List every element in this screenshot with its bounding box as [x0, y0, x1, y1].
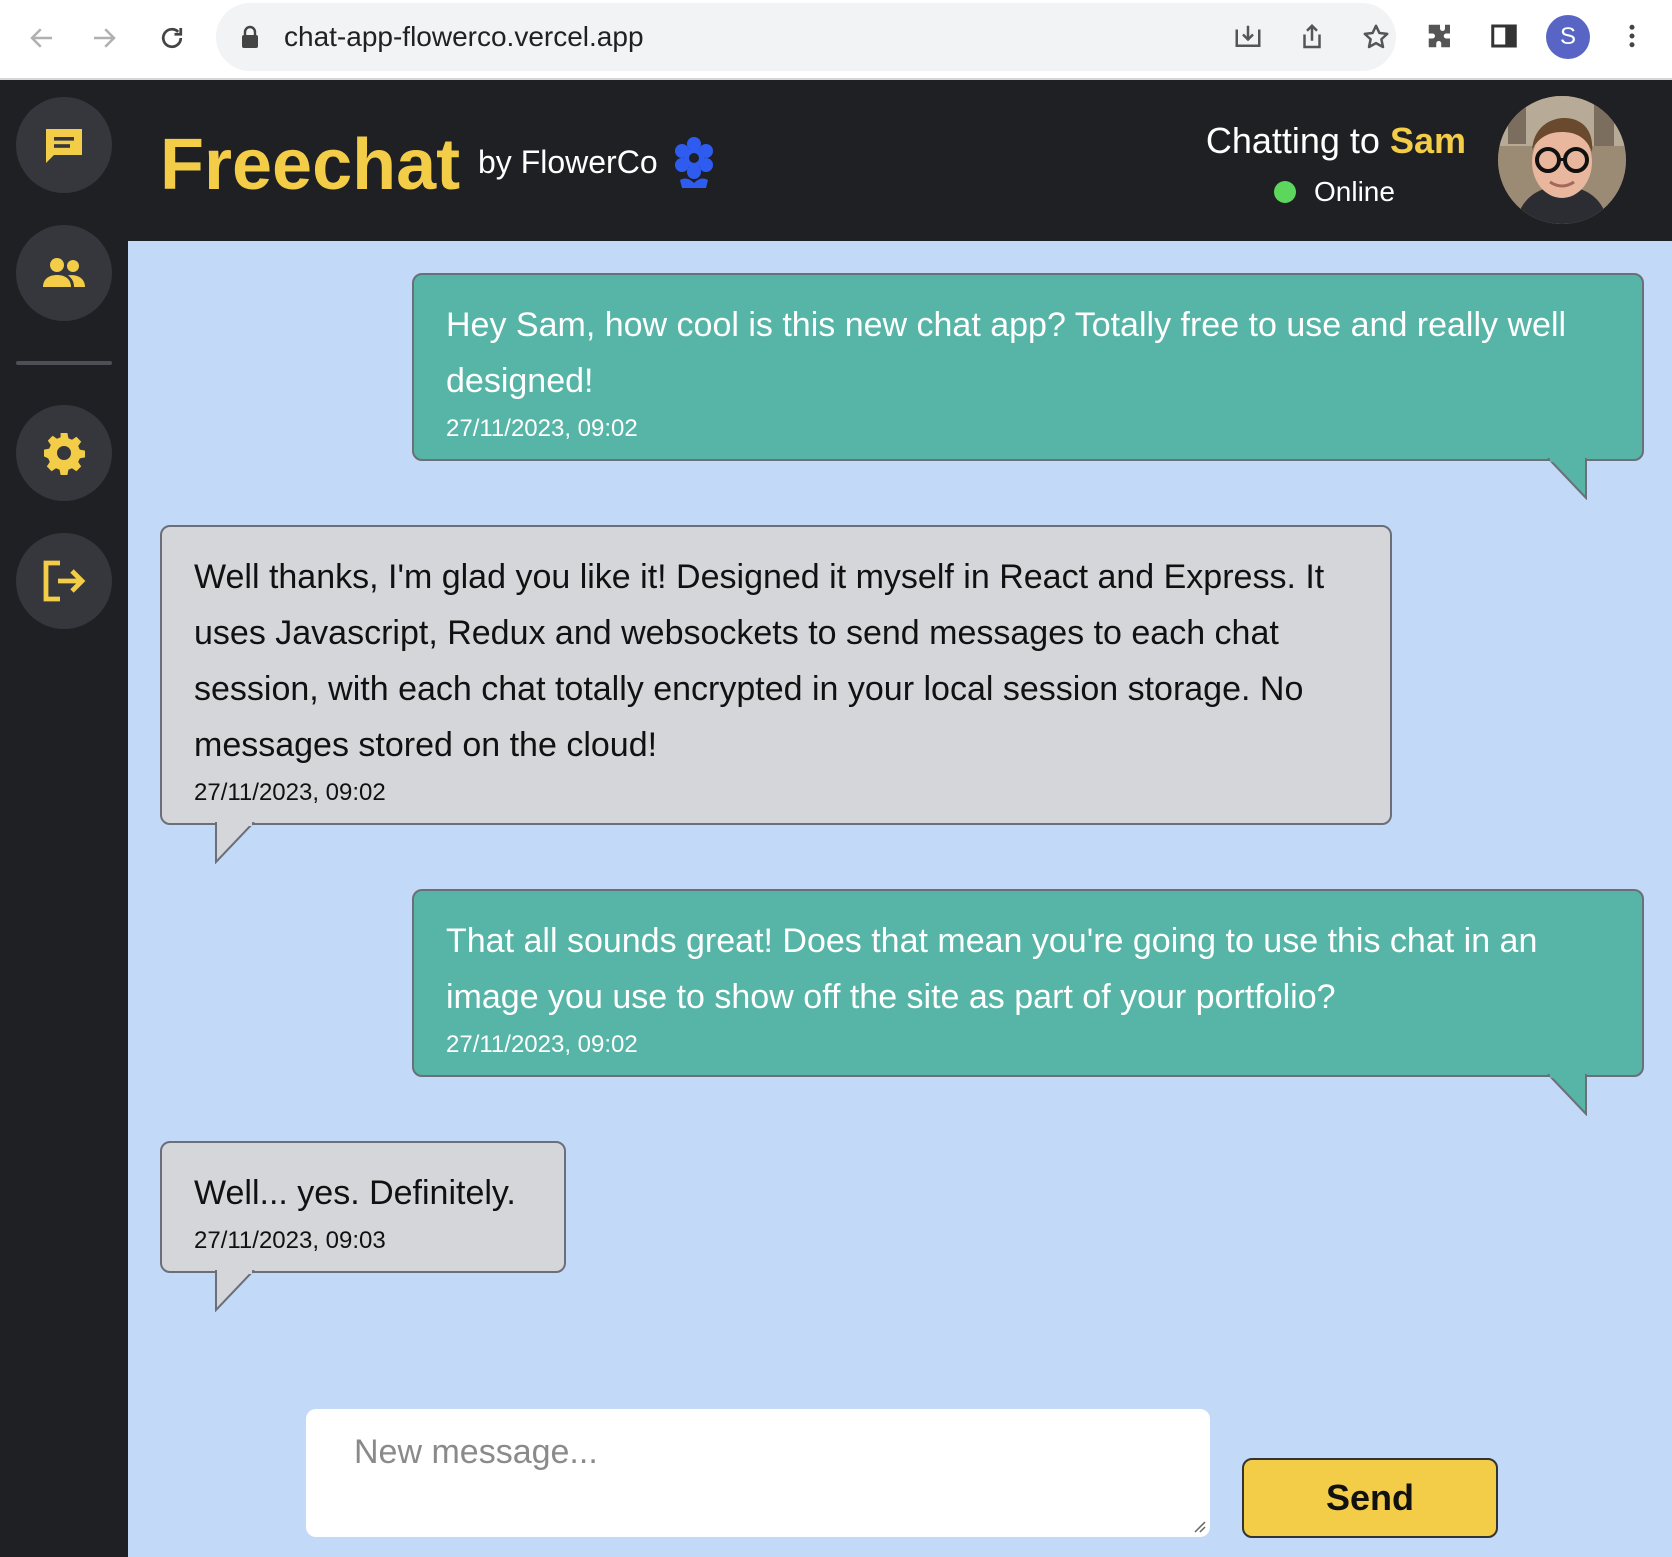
- message-text: That all sounds great! Does that mean yo…: [446, 922, 1538, 1016]
- brand-title: Freechat: [160, 125, 461, 205]
- profile-avatar[interactable]: S: [1546, 15, 1590, 59]
- gear-icon: [44, 433, 85, 475]
- share-button[interactable]: [1294, 19, 1330, 55]
- bookmark-button[interactable]: [1358, 19, 1394, 55]
- online-dot-icon: [1274, 181, 1296, 203]
- message-composer: [306, 1409, 1210, 1537]
- logout-icon: [43, 560, 86, 602]
- message-list: Hey Sam, how cool is this new chat app? …: [128, 241, 1672, 1557]
- lock-icon: [242, 25, 258, 48]
- message-bubble-sent: That all sounds great! Does that mean yo…: [412, 889, 1644, 1077]
- online-status: Online: [1274, 176, 1395, 208]
- browser-toolbar: chat-app-flowerco.vercel.app S: [0, 0, 1672, 80]
- side-panel-button[interactable]: [1484, 16, 1524, 56]
- bubble-tail: [215, 1270, 255, 1312]
- sidebar-divider: [16, 361, 112, 365]
- brand-byline: by FlowerCo: [478, 144, 658, 180]
- sidebar-item-settings[interactable]: [16, 405, 112, 501]
- sidebar: [0, 80, 128, 1557]
- status-text: Online: [1314, 176, 1395, 207]
- arrow-right-icon: [94, 28, 116, 48]
- contact-avatar[interactable]: [1498, 96, 1626, 224]
- message-timestamp: 27/11/2023, 09:03: [194, 1227, 386, 1254]
- message-bubble-sent: Hey Sam, how cool is this new chat app? …: [412, 273, 1644, 461]
- star-icon: [1363, 24, 1389, 49]
- flower-icon: [675, 137, 713, 188]
- side-panel-icon: [1491, 24, 1517, 48]
- contact-photo: [1498, 96, 1626, 224]
- reload-icon: [161, 27, 183, 49]
- users-icon: [43, 258, 85, 287]
- message-text: Well... yes. Definitely.: [194, 1174, 516, 1212]
- install-app-button[interactable]: [1230, 19, 1266, 55]
- url-text[interactable]: chat-app-flowerco.vercel.app: [284, 21, 644, 53]
- chatting-prefix: Chatting to: [1205, 120, 1390, 161]
- forward-button[interactable]: [80, 14, 128, 62]
- message-timestamp: 27/11/2023, 09:02: [446, 1031, 638, 1058]
- sidebar-item-logout[interactable]: [16, 533, 112, 629]
- message-bubble-received: Well thanks, I'm glad you like it! Desig…: [160, 525, 1392, 825]
- bubble-tail: [1547, 1074, 1587, 1116]
- puzzle-icon: [1428, 24, 1450, 48]
- chat-icon: [46, 129, 82, 163]
- address-bar[interactable]: chat-app-flowerco.vercel.app: [216, 3, 1396, 71]
- message-text: Well thanks, I'm glad you like it! Desig…: [194, 558, 1325, 764]
- sidebar-item-chats[interactable]: [16, 97, 112, 193]
- browser-menu-button[interactable]: [1612, 16, 1652, 56]
- extensions-button[interactable]: [1420, 16, 1460, 56]
- arrow-left-icon: [30, 28, 52, 48]
- send-button[interactable]: Send: [1242, 1458, 1498, 1538]
- share-icon: [1303, 23, 1321, 49]
- contact-name: Sam: [1389, 120, 1466, 161]
- reload-button[interactable]: [148, 14, 196, 62]
- chat-header: Freechat by FlowerCo Chatting to Sam Onl…: [128, 80, 1672, 241]
- message-timestamp: 27/11/2023, 09:02: [446, 415, 638, 442]
- install-icon: [1235, 25, 1261, 47]
- bubble-tail: [1547, 458, 1587, 500]
- message-bubble-received: Well... yes. Definitely. 27/11/2023, 09:…: [160, 1141, 566, 1273]
- message-timestamp: 27/11/2023, 09:02: [194, 779, 386, 806]
- resize-grip-icon[interactable]: [1192, 1519, 1206, 1533]
- back-button[interactable]: [18, 14, 66, 62]
- new-message-input[interactable]: [306, 1409, 1210, 1537]
- chatting-to-label: Chatting to Sam: [1206, 120, 1466, 162]
- more-vertical-icon: [1629, 24, 1635, 48]
- sidebar-item-users[interactable]: [16, 225, 112, 321]
- bubble-tail: [215, 822, 255, 864]
- message-text: Hey Sam, how cool is this new chat app? …: [446, 306, 1567, 400]
